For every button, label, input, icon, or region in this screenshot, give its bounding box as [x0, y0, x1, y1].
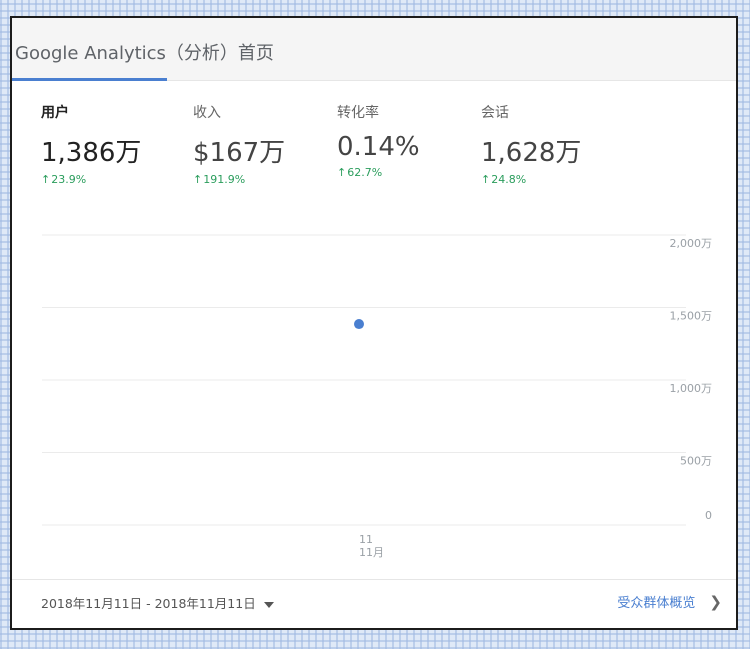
metric-value: 1,386万	[41, 138, 142, 168]
metric-delta-value: 62.7%	[347, 166, 383, 179]
y-tick-label: 0	[705, 509, 712, 522]
metric-label: 会话	[481, 105, 509, 121]
caret-down-icon	[263, 601, 274, 608]
arrow-up-icon: ↑	[337, 166, 347, 179]
metric-label: 收入	[193, 105, 221, 121]
active-tab-indicator	[12, 78, 167, 81]
metric-delta: ↑24.8%	[481, 173, 621, 186]
data-point[interactable]	[354, 319, 364, 330]
metric-delta-value: 24.8%	[491, 173, 527, 186]
metric-delta: ↑191.9%	[193, 173, 333, 186]
x-tick-label: 11	[359, 533, 373, 546]
x-tick-label: 11月	[359, 546, 384, 559]
arrow-up-icon: ↑	[41, 173, 51, 186]
metric-revenue[interactable]: 收入 $167万 ↑191.9%	[193, 102, 333, 186]
metric-value: 0.14%	[337, 132, 420, 162]
metric-delta: ↑62.7%	[337, 166, 477, 179]
metric-conversion-rate[interactable]: 转化率 0.14% ↑62.7%	[337, 102, 477, 179]
metric-delta-value: 191.9%	[203, 173, 246, 186]
card-footer: 2018年11月11日 - 2018年11月11日 受众群体概览 ❯	[12, 579, 736, 628]
date-range-text: 2018年11月11日 - 2018年11月11日	[41, 596, 256, 611]
audience-overview-link[interactable]: 受众群体概览 ❯	[617, 592, 722, 611]
users-chart: 2,000万 1,500万 1,000万 500万 0 11 11月	[12, 218, 736, 588]
metric-users[interactable]: 用户 1,386万 ↑23.9%	[41, 102, 181, 186]
metric-label: 转化率	[337, 105, 379, 121]
chevron-right-icon: ❯	[709, 593, 722, 611]
metric-delta: ↑23.9%	[41, 173, 181, 186]
date-range-selector[interactable]: 2018年11月11日 - 2018年11月11日	[41, 593, 274, 612]
metric-label: 用户	[41, 105, 69, 121]
y-tick-label: 1,000万	[670, 382, 713, 395]
y-tick-label: 1,500万	[670, 310, 713, 323]
page-title[interactable]: Google Analytics（分析）首页	[15, 39, 274, 65]
metric-value: 1,628万	[481, 138, 582, 168]
y-tick-label: 2,000万	[670, 237, 713, 250]
metric-sessions[interactable]: 会话 1,628万 ↑24.8%	[481, 102, 621, 186]
metric-delta-value: 23.9%	[51, 173, 87, 186]
card-header: Google Analytics（分析）首页	[12, 18, 736, 81]
y-tick-label: 500万	[680, 455, 712, 468]
metric-value: $167万	[193, 138, 286, 168]
chart-svg: 2,000万 1,500万 1,000万 500万 0 1111月	[42, 234, 713, 559]
audience-overview-label: 受众群体概览	[617, 596, 696, 611]
analytics-card: Google Analytics（分析）首页 用户 1,386万 ↑23.9% …	[10, 16, 738, 630]
arrow-up-icon: ↑	[193, 173, 203, 186]
arrow-up-icon: ↑	[481, 173, 491, 186]
